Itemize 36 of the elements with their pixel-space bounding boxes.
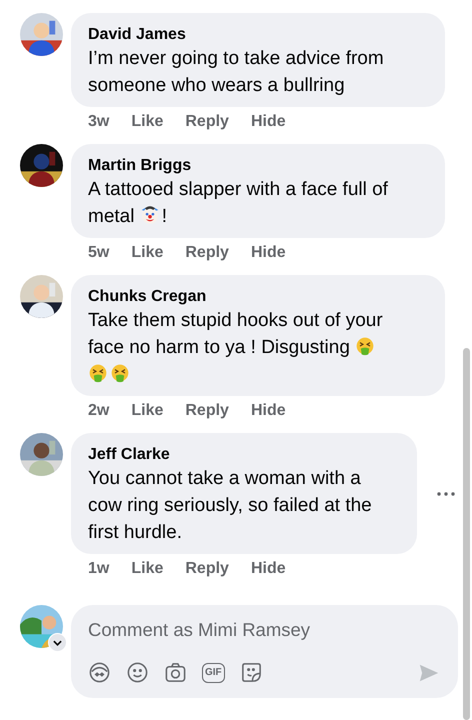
comment-action-link[interactable]: Hide [250, 112, 286, 132]
vomiting-emoji-icon [110, 363, 130, 383]
comment-author[interactable]: David James [88, 24, 427, 45]
comment-text: I’m never going to take advice from someone who wears a bullring [88, 47, 385, 98]
comment-action-link[interactable]: Reply [185, 401, 229, 421]
vomiting-emoji-icon [355, 336, 376, 356]
avatar-face-icon[interactable] [88, 661, 111, 684]
sticker-icon[interactable] [240, 661, 263, 684]
comment-text: A tattooed slapper with a face full of metal ! [88, 178, 389, 229]
chevron-down-icon[interactable] [48, 633, 67, 652]
comment-author[interactable]: Chunks Cregan [88, 286, 427, 307]
camera-icon[interactable] [164, 661, 187, 684]
comment-action-link[interactable]: Reply [185, 559, 229, 579]
comment-action-link[interactable]: Reply [185, 112, 229, 132]
smiley-icon[interactable] [126, 661, 149, 684]
comment-action-link[interactable]: Like [131, 243, 164, 263]
comment-time: 2w [88, 401, 110, 421]
comment-time: 5w [88, 243, 110, 263]
comment-author[interactable]: Martin Briggs [88, 155, 427, 176]
clown-emoji-icon [140, 205, 160, 225]
gif-button[interactable]: GIF [202, 662, 225, 682]
comment-action-link[interactable]: Reply [185, 243, 229, 263]
comment-action-link[interactable]: Like [131, 559, 164, 579]
comment-action-link[interactable]: Hide [250, 559, 286, 579]
comment-text: You cannot take a woman with a cow ring seriously, so failed at the first hurdle. [88, 467, 373, 545]
comment-input-field[interactable]: Comment as Mimi Ramsey GIF [71, 605, 458, 698]
comment-author[interactable]: Jeff Clarke [88, 444, 399, 465]
comment-action-link[interactable]: Hide [250, 401, 286, 421]
comment-text: Take them stupid hooks out of your face no harm to ya ! Disgusting [88, 307, 390, 388]
comment-action-link[interactable]: Hide [250, 243, 286, 263]
comment-time: 3w [88, 112, 110, 132]
scrollbar[interactable] [463, 348, 470, 720]
comment-action-link[interactable]: Like [131, 112, 164, 132]
vomiting-emoji-icon [88, 363, 108, 383]
comment-time: 1w [88, 559, 110, 579]
comment-action-link[interactable]: Like [131, 401, 164, 421]
